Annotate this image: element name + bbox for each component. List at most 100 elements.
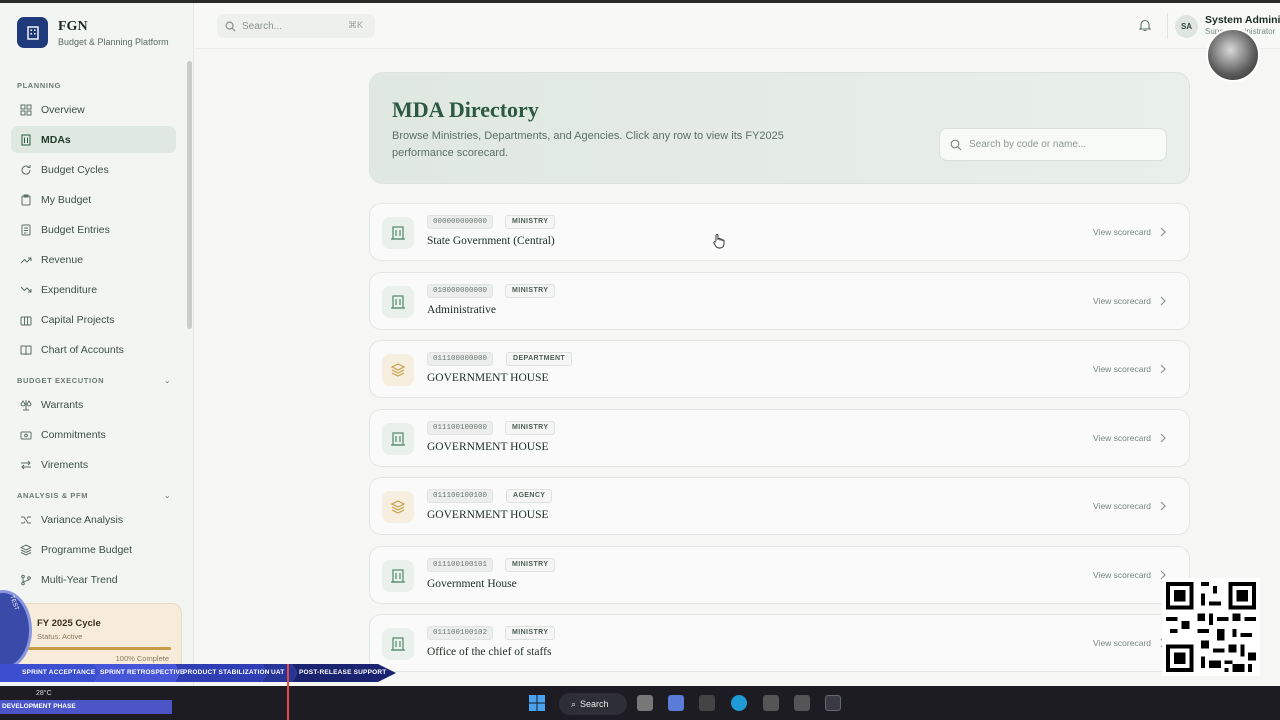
avatar[interactable]: SA xyxy=(1175,15,1198,38)
layers-icon xyxy=(20,543,32,556)
sidebar-item-my-budget[interactable]: My Budget xyxy=(11,186,176,213)
mda-code: 011100100101 xyxy=(427,557,494,572)
cycle-card[interactable]: FY 2025 Cycle Status: Active 100% Comple… xyxy=(12,603,182,671)
sidebar-item-capital-projects[interactable]: Capital Projects xyxy=(11,306,176,333)
sidebar-item-label: Budget Entries xyxy=(41,223,110,236)
search-icon xyxy=(225,21,236,31)
mda-code: 011100100102 xyxy=(427,626,494,640)
chevron-right-icon xyxy=(1160,364,1166,374)
header-divider xyxy=(1167,13,1168,39)
section-analysis-pfm[interactable]: ANALYSIS & PFM ⌄ xyxy=(17,491,171,500)
view-scorecard-link[interactable]: View scorecard xyxy=(1093,433,1151,443)
view-scorecard-link[interactable]: View scorecard xyxy=(1093,227,1151,237)
table-row[interactable]: 000000000000 MINISTRY State Government (Ce… xyxy=(369,203,1190,261)
mda-search-input[interactable]: Search by code or name... xyxy=(939,128,1167,161)
sidebar-item-label: Commitments xyxy=(41,428,106,441)
app-icon[interactable] xyxy=(763,695,779,711)
table-row[interactable]: 011100100101 MINISTRY Government House View… xyxy=(369,545,1190,604)
task-view-icon[interactable] xyxy=(637,695,653,711)
mda-code: 011100100000 xyxy=(427,420,494,435)
brand-title: FGN xyxy=(58,18,88,34)
search-placeholder: Search... xyxy=(242,20,283,32)
app-icon[interactable] xyxy=(794,695,810,711)
sidebar-item-label: Revenue xyxy=(41,253,84,266)
cycle-progress-bar xyxy=(25,647,171,650)
sidebar-item-label: Multi-Year Trend xyxy=(41,573,118,586)
sidebar-item-label: Capital Projects xyxy=(41,313,115,326)
sidebar-item-overview[interactable]: Overview xyxy=(11,96,176,123)
building-icon xyxy=(382,559,414,592)
sidebar-item-label: Programme Budget xyxy=(41,543,133,556)
table-row[interactable]: 011100100000 MINISTRY GOVERNMENT HOUSE View… xyxy=(369,408,1190,467)
directory-hero: MDA Directory Browse Ministries, Departm… xyxy=(369,72,1190,184)
section-planning: PLANNING xyxy=(17,81,61,90)
sidebar-item-budget-entries[interactable]: Budget Entries xyxy=(11,216,176,243)
sidebar-item-mdas[interactable]: MDAs xyxy=(11,126,176,153)
section-budget-execution[interactable]: BUDGET EXECUTION ⌄ xyxy=(17,376,171,385)
sidebar-item-programme-budget[interactable]: Programme Budget xyxy=(11,536,176,563)
cycle-progress-label: 100% Complete xyxy=(115,654,169,663)
table-row[interactable]: 011100000000 DEPARTMENT GOVERNMENT HOUSE Vi… xyxy=(369,340,1190,398)
sidebar-scrollbar[interactable] xyxy=(187,61,192,329)
mda-type-badge: DEPARTMENT xyxy=(506,352,573,366)
table-row[interactable]: 010000000000 MINISTRY Administrative View s… xyxy=(369,271,1190,330)
weather-temperature: 28°C xyxy=(36,690,52,697)
app-icon[interactable] xyxy=(668,695,684,711)
transfer-icon xyxy=(21,460,31,469)
sidebar-item-label: Warrants xyxy=(41,398,84,411)
view-scorecard-link[interactable]: View scorecard xyxy=(1093,638,1151,648)
taskbar-search[interactable]: ⌕ Search xyxy=(559,693,627,715)
sidebar-item-variance-analysis[interactable]: Variance Analysis xyxy=(11,506,176,533)
chevron-right-icon xyxy=(1160,433,1166,442)
sidebar-item-expenditure[interactable]: Expenditure xyxy=(11,276,176,303)
active-app-icon[interactable] xyxy=(825,695,841,711)
book-icon xyxy=(20,345,32,355)
mda-code: 011100100100 xyxy=(427,489,494,503)
shuffle-icon xyxy=(21,516,31,523)
building-icon xyxy=(382,285,414,318)
windows-start-icon[interactable] xyxy=(529,695,545,711)
mda-type-badge: MINISTRY xyxy=(505,420,556,435)
wallet-icon xyxy=(20,431,32,439)
building-icon xyxy=(21,134,31,145)
view-scorecard-link[interactable]: View scorecard xyxy=(1093,570,1151,580)
view-scorecard-link[interactable]: View scorecard xyxy=(1093,501,1151,511)
bell-icon[interactable] xyxy=(1138,18,1152,32)
top-header: Search... ⌘K SA System Administrator Sup… xyxy=(195,3,1280,49)
table-row[interactable]: 011100100100 AGENCY GOVERNMENT HOUSE View s… xyxy=(369,477,1190,535)
taskbar: ⌕ Search xyxy=(0,686,1280,720)
sidebar-item-multi-year-trend[interactable]: Multi-Year Trend xyxy=(11,566,176,593)
sidebar-item-commitments[interactable]: Commitments xyxy=(11,421,176,448)
mda-name: Office of the chief of staffs xyxy=(427,646,552,658)
sidebar-item-budget-cycles[interactable]: Budget Cycles xyxy=(11,156,176,183)
global-search-input[interactable]: Search... ⌘K xyxy=(217,14,375,38)
webcam-overlay xyxy=(1206,28,1260,82)
sidebar-item-label: MDAs xyxy=(41,133,71,146)
sidebar-item-label: Virements xyxy=(41,458,89,471)
view-scorecard-link[interactable]: View scorecard xyxy=(1093,364,1151,374)
hand-cursor-icon xyxy=(713,234,725,249)
chevron-down-icon: ⌄ xyxy=(164,376,171,385)
edge-browser-icon[interactable] xyxy=(731,695,747,711)
document-icon xyxy=(21,224,31,235)
search-icon xyxy=(950,139,962,150)
mda-code: 000000000000 xyxy=(427,215,494,229)
branch-icon xyxy=(21,574,31,585)
page-description: Browse Ministries, Departments, and Agen… xyxy=(392,130,784,159)
mda-type-badge: MINISTRY xyxy=(505,626,556,640)
cycle-status: Status: Active xyxy=(37,632,83,641)
user-name[interactable]: System Administrator xyxy=(1205,14,1280,26)
cycle-progress-fill xyxy=(25,647,171,650)
sidebar-item-virements[interactable]: Virements xyxy=(11,451,176,478)
mda-name: GOVERNMENT HOUSE xyxy=(427,372,549,384)
table-row[interactable]: 011100100102 MINISTRY Office of the chief … xyxy=(369,614,1190,672)
refresh-icon xyxy=(21,164,31,175)
sidebar-item-warrants[interactable]: Warrants xyxy=(11,391,176,418)
briefcase-icon xyxy=(20,316,32,325)
view-scorecard-link[interactable]: View scorecard xyxy=(1093,296,1151,306)
chevron-right-icon xyxy=(1160,501,1166,511)
sidebar-item-revenue[interactable]: Revenue xyxy=(11,246,176,273)
sidebar-item-chart-of-accounts[interactable]: Chart of Accounts xyxy=(11,336,176,363)
brand[interactable]: FGN Budget & Planning Platform xyxy=(17,17,169,48)
file-explorer-icon[interactable] xyxy=(699,695,715,711)
